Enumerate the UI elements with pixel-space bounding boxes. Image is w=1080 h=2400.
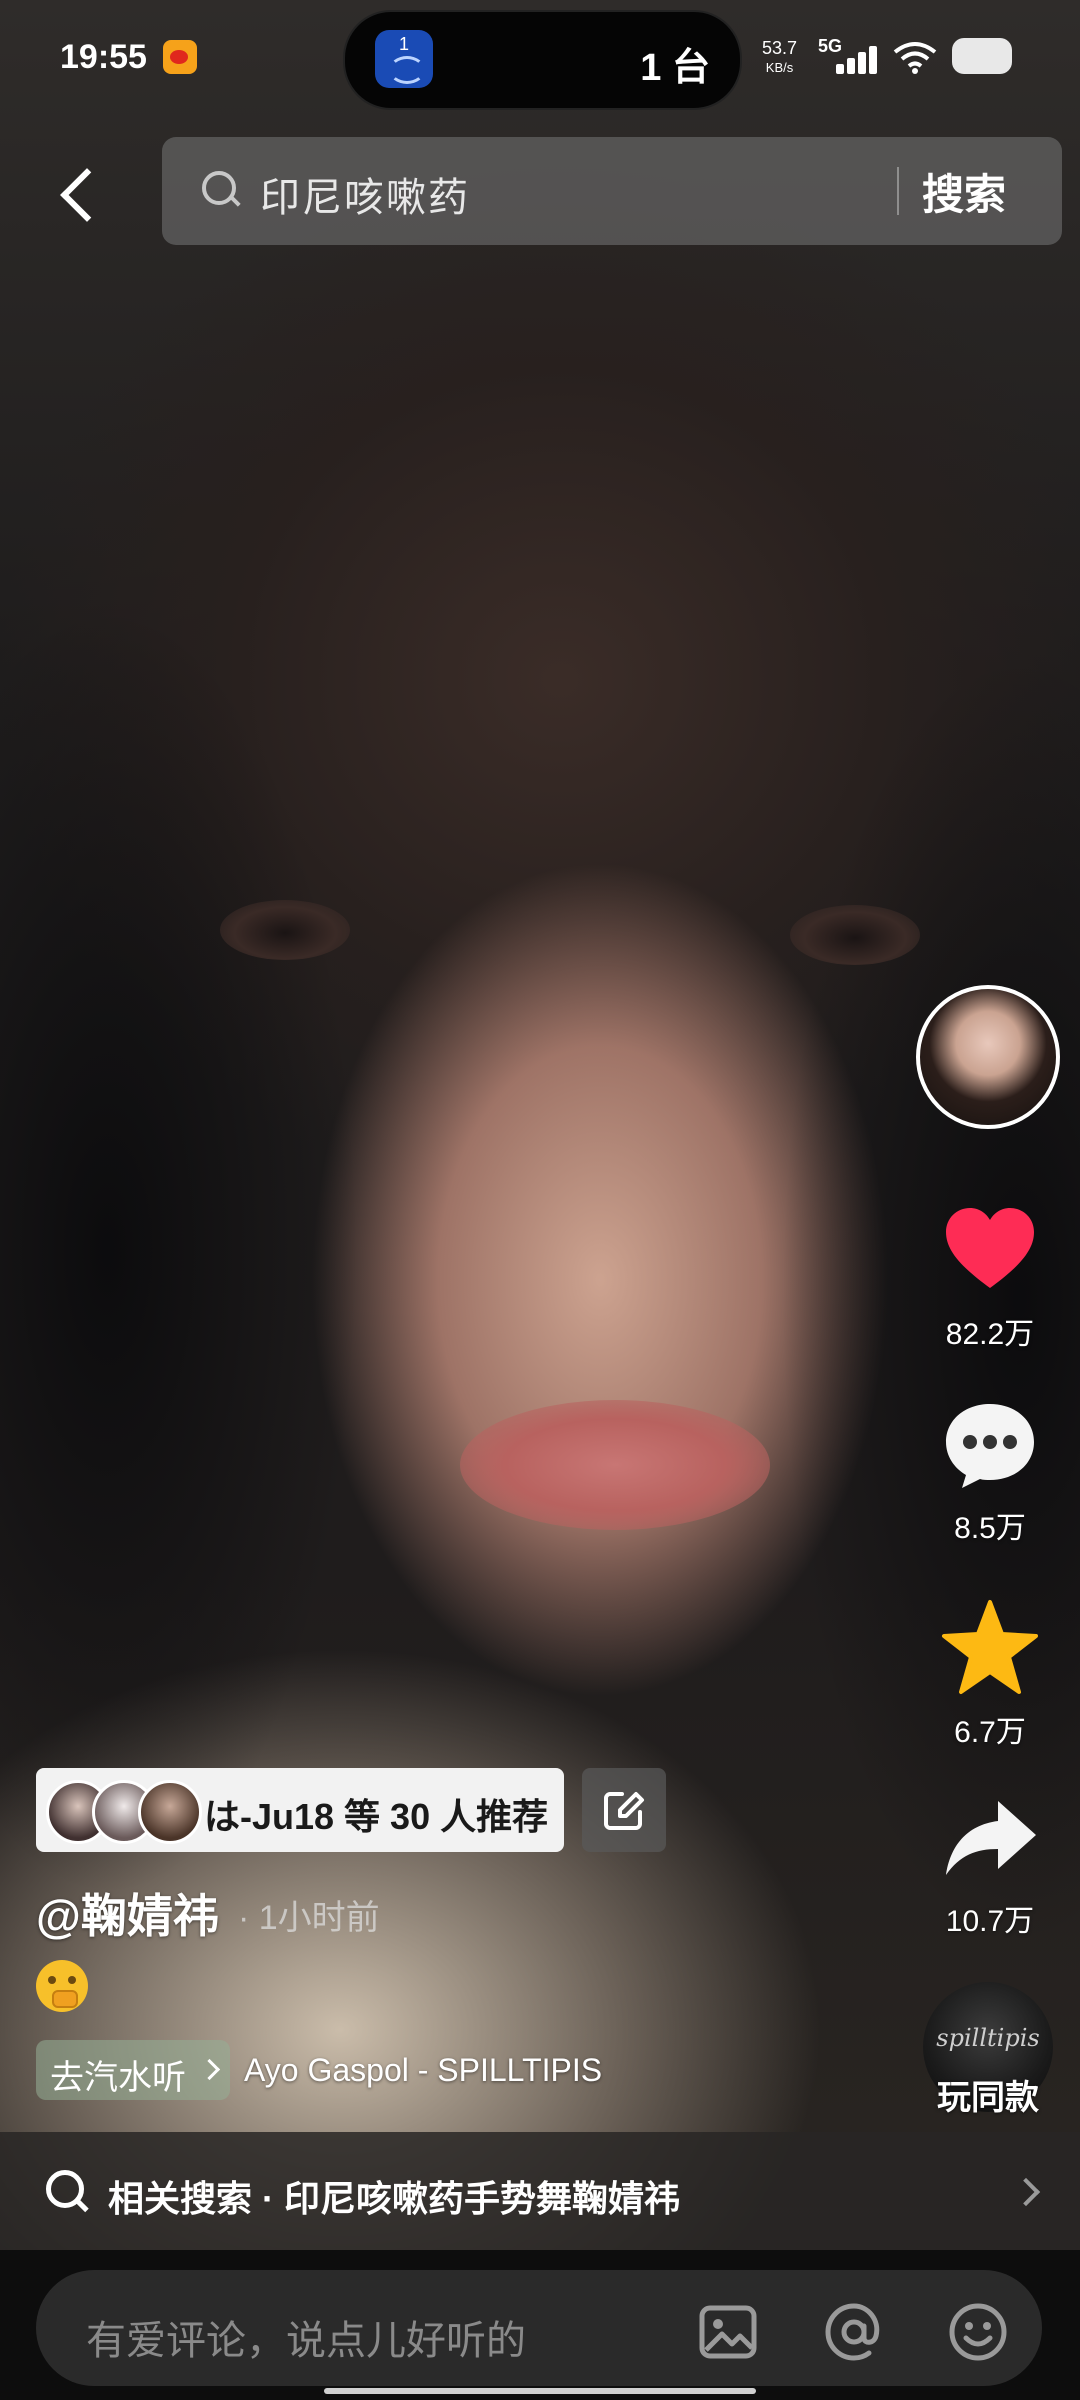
music-chip-label: 去汽水听 (50, 2059, 186, 2097)
back-icon[interactable] (52, 160, 96, 224)
music-disc-logo: spilltipis (936, 2024, 1040, 2052)
video-eye-left (220, 900, 350, 960)
share-button[interactable]: 10.7万 (920, 1795, 1060, 1940)
home-indicator[interactable] (324, 2388, 756, 2394)
post-time: · 1小时前 (238, 1899, 380, 1937)
comment-bar: 有爱评论，说点儿好听的 (0, 2250, 1080, 2400)
net-speed: 53.7 KB/s (762, 38, 797, 78)
video-shading-left (0, 600, 360, 1900)
video-screen[interactable]: 19:55 1 1 台 53.7 KB/s 5G 印尼咳嗽药 搜索 82.2万 … (0, 0, 1080, 2400)
comment-input[interactable]: 有爱评论，说点儿好听的 (36, 2270, 1042, 2386)
share-count: 10.7万 (945, 1905, 1035, 1938)
search-divider (897, 167, 899, 215)
comment-button[interactable]: 8.5万 (920, 1400, 1060, 1547)
listen-on-qishui-button[interactable]: 去汽水听 (36, 2040, 230, 2100)
favorite-button[interactable]: 6.7万 (920, 1598, 1060, 1751)
shush-emoji-icon (36, 1960, 88, 2012)
battery-icon (952, 38, 1012, 74)
author-name[interactable]: @鞠婧祎 (36, 1880, 219, 1946)
net-speed-value: 53.7 (762, 38, 798, 58)
recommend-text: は-Ju18 等 30 人推荐 (204, 1796, 549, 1837)
search-box[interactable]: 印尼咳嗽药 搜索 (162, 137, 1062, 245)
weibo-notification-icon (163, 40, 197, 74)
heart-icon (946, 1208, 1034, 1288)
mention-icon[interactable] (822, 2300, 886, 2364)
search-button[interactable]: 搜索 (922, 161, 1006, 222)
dynamic-island[interactable]: 1 1 台 (343, 10, 742, 110)
video-eye-right (790, 905, 920, 965)
search-input[interactable]: 印尼咳嗽药 (260, 165, 470, 223)
broadcast-app-icon: 1 (375, 30, 433, 88)
like-count: 82.2万 (945, 1318, 1035, 1351)
edit-button[interactable] (582, 1768, 666, 1852)
share-icon (946, 1801, 1036, 1875)
search-icon (202, 171, 236, 205)
emoji-icon[interactable] (946, 2300, 1010, 2364)
net-speed-unit: KB/s (765, 60, 794, 75)
wifi-icon (893, 42, 937, 74)
author-avatar[interactable] (916, 985, 1060, 1129)
comment-icon (946, 1404, 1034, 1488)
recommend-chip[interactable]: は-Ju18 等 30 人推荐 (36, 1768, 564, 1852)
recommender-avatar-3 (138, 1780, 202, 1844)
favorite-count: 6.7万 (954, 1716, 1026, 1749)
video-lips (460, 1400, 770, 1530)
chevron-right-icon (198, 2058, 221, 2081)
same-style-button[interactable]: 玩同款 (905, 2070, 1071, 2119)
comment-placeholder: 有爱评论，说点儿好听的 (86, 2319, 526, 2363)
music-title[interactable]: Ayo Gaspol - SPILLTIPIS (244, 2052, 602, 2089)
image-icon[interactable] (696, 2300, 760, 2364)
like-button[interactable]: 82.2万 (920, 1200, 1060, 1353)
search-icon (46, 2170, 86, 2210)
island-badge: 1 (398, 34, 409, 54)
island-text: 1 台 (640, 47, 710, 89)
related-search-bar[interactable]: 相关搜索 · 印尼咳嗽药手势舞鞠婧祎 (0, 2132, 1080, 2250)
comment-count: 8.5万 (954, 1512, 1026, 1545)
star-icon (942, 1600, 1038, 1694)
status-time: 19:55 (60, 38, 147, 76)
chevron-right-icon (1011, 2177, 1041, 2207)
edit-icon (604, 1792, 644, 1830)
signal-icon (836, 44, 880, 74)
related-search-text: 相关搜索 · 印尼咳嗽药手势舞鞠婧祎 (108, 2178, 680, 2219)
status-bar: 19:55 1 1 台 53.7 KB/s 5G (0, 0, 1080, 120)
